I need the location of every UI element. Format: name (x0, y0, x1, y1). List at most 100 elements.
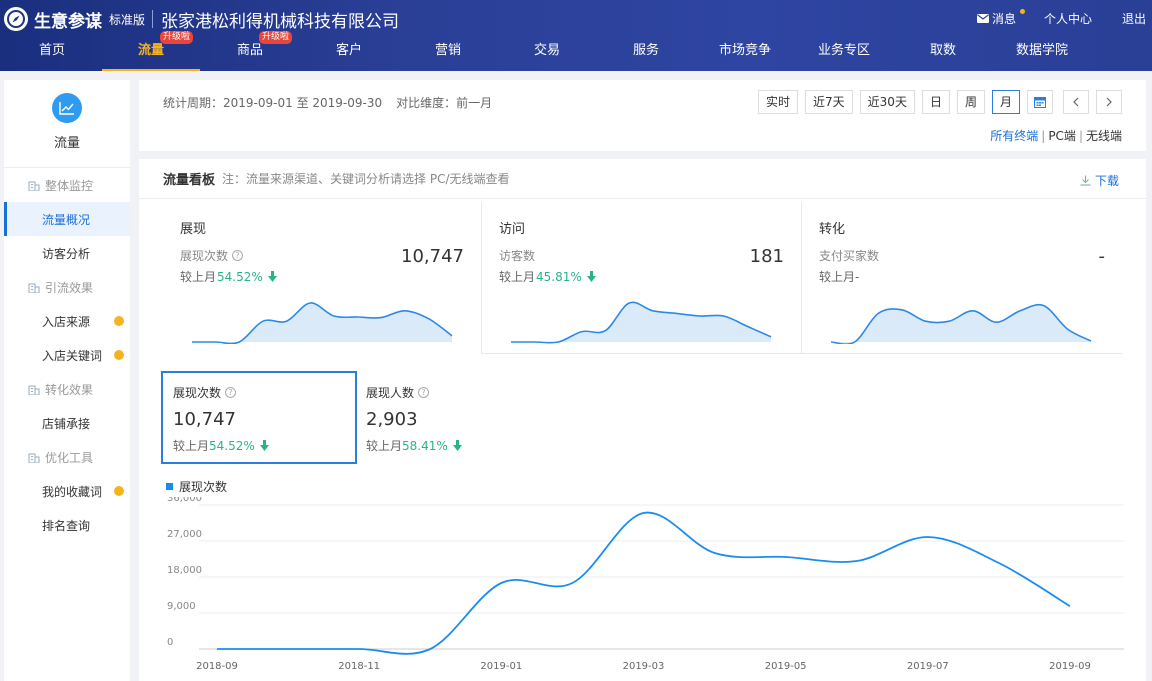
nav-business-zone[interactable]: 业务专区 (812, 33, 876, 71)
sidebar-item-store-landing[interactable]: 店铺承接 (4, 406, 130, 440)
compare-percent: 45.81% (536, 269, 582, 284)
download-label: 下载 (1094, 174, 1119, 188)
chevron-left-icon (1073, 97, 1079, 107)
panel-visits[interactable]: 访问 访客数 181 较上月 45.81% (482, 202, 801, 354)
sidebar-item-rank-query[interactable]: 排名查询 (4, 508, 130, 542)
nav-products[interactable]: 商品 升级啦 (231, 31, 293, 71)
legend-swatch (166, 483, 173, 490)
new-dot (114, 316, 124, 326)
nav-customers[interactable]: 客户 (330, 33, 368, 71)
terminal-pc[interactable]: PC端 (1048, 129, 1076, 143)
nav-label: 商品 (236, 43, 264, 58)
terminal-mobile[interactable]: 无线端 (1086, 129, 1122, 143)
terminal-all[interactable]: 所有终端 (990, 129, 1038, 143)
sparkline-visits (510, 301, 772, 344)
sidebar-group-label: 转化效果 (45, 382, 94, 397)
sparkline-area (831, 304, 1091, 344)
sidebar-group-label: 引流效果 (45, 280, 94, 295)
panel-conversion[interactable]: 转化 支付买家数 - 较上月 - (802, 202, 1122, 354)
panel-title: 转化 (819, 222, 846, 237)
btn-month[interactable]: 月 (991, 90, 1020, 114)
chevron-right-icon (1106, 97, 1112, 107)
nav-label: 取数 (929, 43, 957, 58)
trend-chart-icon (52, 93, 82, 123)
terminal-switch: 所有终端 | PC端 | 无线端 (990, 127, 1122, 144)
compare-percent: - (855, 269, 860, 284)
btn-last-30-days[interactable]: 近30天 (859, 90, 915, 114)
app-name[interactable]: 生意参谋 (34, 7, 102, 32)
metric-impression-users[interactable]: 展现人数? 2,903 较上月 58.41% (354, 371, 544, 464)
compare-percent: 54.52% (217, 269, 263, 284)
terminal-separator: | (1078, 129, 1083, 143)
chart-legend[interactable]: 展现次数 (166, 478, 227, 495)
period-value: 2019-09-01 至 2019-09-30 (223, 96, 383, 110)
panel-metric-label: 展现次数 (180, 249, 229, 263)
nav-fetch-data[interactable]: 取数 (924, 33, 962, 71)
sidebar-item-traffic-overview[interactable]: 流量概况 (4, 202, 130, 236)
metric-label: 展现人数? (366, 384, 532, 401)
nav-home[interactable]: 首页 (33, 33, 71, 71)
sidebar-header: 流量 (4, 80, 130, 168)
download-button[interactable]: 下载 (1080, 172, 1119, 189)
y-tick-label: 9,000 (167, 601, 196, 612)
metric-compare: 较上月 54.52% (173, 437, 345, 454)
sidebar-item-label: 入店来源 (42, 314, 91, 329)
series-line-展现次数 (216, 511, 1071, 655)
message-link[interactable]: 消息 (976, 9, 1025, 27)
user-center-link[interactable]: 个人中心 (1044, 10, 1092, 27)
x-tick-label: 2019-05 (765, 661, 807, 672)
panel-impressions[interactable]: 展现 展现次数? 10,747 较上月 54.52% (163, 202, 481, 354)
nav-service[interactable]: 服务 (627, 33, 665, 71)
compare-prefix: 较上月 (499, 270, 536, 284)
x-tick-label: 2019-07 (907, 661, 949, 672)
sidebar-item-label: 流量概况 (42, 212, 91, 227)
panel-value: 10,747 (401, 246, 464, 267)
calendar-icon (1034, 97, 1046, 108)
btn-last-7-days[interactable]: 近7天 (805, 90, 853, 114)
help-icon[interactable]: ? (225, 387, 237, 398)
metric-impressions[interactable]: 展现次数? 10,747 较上月 54.52% (161, 371, 357, 464)
btn-week[interactable]: 周 (956, 90, 985, 114)
sidebar-title: 流量 (53, 136, 80, 151)
sidebar-item-visitor-analysis[interactable]: 访客分析 (4, 236, 130, 270)
legend-label: 展现次数 (179, 480, 228, 494)
btn-day[interactable]: 日 (921, 90, 950, 114)
help-icon[interactable]: ? (232, 250, 244, 261)
sidebar-item-store-source[interactable]: 入店来源 (4, 304, 130, 338)
nav-label: 交易 (533, 43, 561, 58)
building-icon (28, 283, 40, 293)
y-tick-label: 18,000 (167, 565, 202, 576)
mail-icon (976, 14, 989, 23)
metric-value: 2,903 (366, 409, 418, 430)
sidebar-item-saved-keywords[interactable]: 我的收藏词 (4, 474, 130, 508)
nav-traffic[interactable]: 流量 升级啦 (101, 31, 201, 71)
sparkline-impressions (191, 302, 453, 344)
sidebar-item-label: 店铺承接 (42, 416, 91, 431)
logout-link[interactable]: 退出 (1122, 10, 1146, 27)
nav-trade[interactable]: 交易 (528, 33, 566, 71)
sidebar-item-label: 排名查询 (42, 518, 91, 533)
prev-period-button[interactable] (1063, 90, 1089, 114)
btn-realtime[interactable]: 实时 (758, 90, 799, 114)
new-dot (114, 486, 124, 496)
sidebar-item-store-keywords[interactable]: 入店关键词 (4, 338, 130, 372)
nav-data-academy[interactable]: 数据学院 (1010, 33, 1074, 71)
calendar-button[interactable] (1027, 90, 1053, 114)
sidebar-group-conversion: 转化效果 (4, 372, 130, 406)
upgrade-badge: 升级啦 (159, 31, 194, 44)
sidebar-group-acquisition: 引流效果 (4, 270, 130, 304)
new-dot (114, 350, 124, 360)
x-tick-label: 2018-09 (196, 661, 238, 672)
sidebar-group-label: 优化工具 (45, 450, 94, 465)
sidebar-item-label: 访客分析 (42, 246, 91, 261)
help-icon[interactable]: ? (418, 387, 430, 398)
sidebar-item-label: 我的收藏词 (42, 484, 103, 499)
next-period-button[interactable] (1096, 90, 1122, 114)
sidebar-group-tools: 优化工具 (4, 440, 130, 474)
compare-prefix: 较上月 (819, 270, 856, 284)
arrow-down-icon (452, 440, 462, 451)
filter-bar: 统计周期： 2019-09-01 至 2019-09-30 对比维度： 前一月 … (139, 80, 1146, 151)
nav-market-competition[interactable]: 市场竞争 (713, 33, 777, 71)
brand-divider (152, 10, 154, 28)
nav-marketing[interactable]: 营销 (429, 33, 467, 71)
